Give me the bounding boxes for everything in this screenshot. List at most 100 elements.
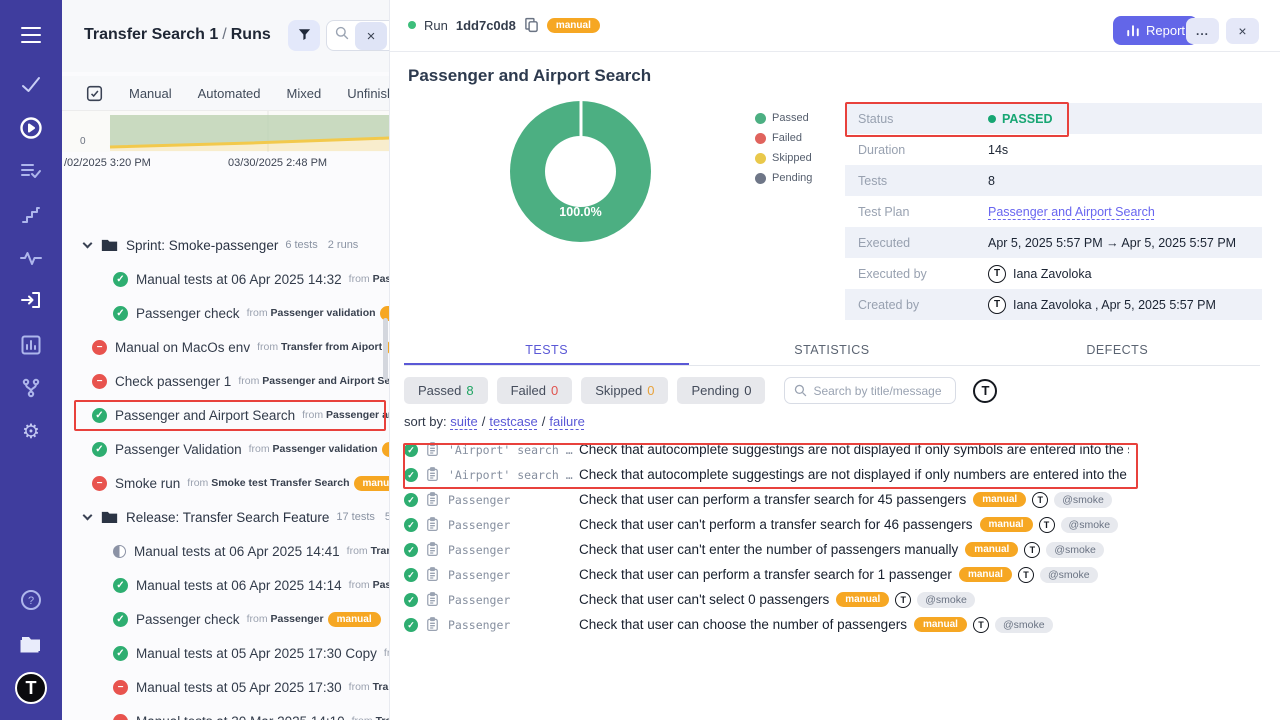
test-title: Check that user can perform a transfer s… [579, 492, 966, 507]
filter-passed-button[interactable]: Passed8 [404, 377, 488, 404]
legend-item-failed: Failed [755, 132, 812, 144]
tab-automated[interactable]: Automated [198, 86, 261, 101]
assignee-avatar: T [1018, 567, 1034, 583]
tree-run[interactable]: − Check passenger 1 from Passenger and A… [62, 364, 390, 398]
run-id: 1dd7c0d8 [456, 18, 516, 33]
tree-folder-release[interactable]: Release: Transfer Search Feature 17 test… [62, 500, 390, 534]
test-row[interactable]: ✓ 'Airport' search … Check that autocomp… [404, 437, 1274, 462]
test-title: Check that user can't select 0 passenger… [579, 592, 829, 607]
filter-skipped-button[interactable]: Skipped0 [581, 377, 668, 404]
smoke-tag[interactable]: @smoke [1061, 517, 1119, 533]
sort-controls: sort by: suite/testcase/failure [404, 414, 585, 429]
passed-status-icon: ✓ [113, 306, 128, 321]
tree-run-selected[interactable]: ✓ Passenger and Airport Search from Pass… [62, 398, 390, 432]
tab-manual[interactable]: Manual [129, 86, 172, 101]
x-axis-label-1: /02/2025 3:20 PM [64, 157, 151, 169]
tree-run[interactable]: − Manual tests at 30 Mar 2025 14:10 from… [62, 704, 390, 720]
tab-defects[interactable]: DEFECTS [975, 338, 1260, 365]
select-all-checkbox-icon[interactable] [86, 85, 103, 102]
smoke-tag[interactable]: @smoke [995, 617, 1053, 633]
info-row-tests: Tests 8 [845, 165, 1262, 196]
filter-button[interactable] [288, 20, 320, 51]
suite-name: Passenger [448, 493, 579, 507]
more-options-button[interactable]: ... [1186, 18, 1219, 44]
smoke-tag[interactable]: @smoke [1046, 542, 1104, 558]
tree-folder-sprint[interactable]: Sprint: Smoke-passenger 6 tests 2 runs [62, 228, 390, 262]
help-icon[interactable]: ? [0, 583, 62, 617]
copy-icon[interactable] [524, 17, 539, 33]
scrollbar-thumb[interactable] [383, 318, 388, 380]
test-row[interactable]: ✓ Passenger Check that user can choose t… [404, 612, 1274, 637]
smoke-tag[interactable]: @smoke [1040, 567, 1098, 583]
info-row-executed: Executed Apr 5, 2025 5:57 PM → Apr 5, 20… [845, 227, 1262, 258]
search-icon [335, 26, 349, 45]
tree-run[interactable]: Manual tests at 06 Apr 2025 14:41 from T… [62, 534, 390, 568]
tree-run[interactable]: − Smoke run from Smoke test Transfer Sea… [62, 466, 390, 500]
app-logo[interactable]: T [15, 672, 47, 704]
test-row[interactable]: ✓ Passenger Check that user can perform … [404, 562, 1274, 587]
chevron-down-icon[interactable] [83, 239, 93, 249]
docs-folder-icon[interactable] [0, 626, 62, 660]
sort-by-failure-link[interactable]: failure [549, 414, 584, 429]
tab-tests[interactable]: TESTS [404, 338, 689, 365]
branch-icon[interactable] [0, 371, 62, 405]
tree-run[interactable]: ✓ Manual tests at 05 Apr 2025 17:30 Copy… [62, 636, 390, 670]
assignee-avatar: T [1024, 542, 1040, 558]
test-row[interactable]: ✓ 'Airport' search … Check that autocomp… [404, 462, 1274, 487]
bar-chart-icon[interactable] [0, 328, 62, 362]
sign-in-icon[interactable] [0, 283, 62, 317]
check-icon[interactable] [0, 68, 62, 102]
smoke-tag[interactable]: @smoke [1054, 492, 1112, 508]
passed-status-icon: ✓ [404, 518, 418, 532]
test-row[interactable]: ✓ Passenger Check that user can't perfor… [404, 512, 1274, 537]
list-check-icon[interactable] [0, 154, 62, 188]
filter-failed-button[interactable]: Failed0 [497, 377, 573, 404]
gear-icon[interactable]: ⚙ [0, 415, 62, 449]
close-run-button[interactable]: × [1226, 18, 1259, 44]
chevron-down-icon[interactable] [83, 511, 93, 521]
test-row[interactable]: ✓ Passenger Check that user can't enter … [404, 537, 1274, 562]
breadcrumb-project[interactable]: Transfer Search 1 [84, 26, 218, 43]
test-plan-link[interactable]: Passenger and Airport Search [988, 205, 1155, 219]
tab-statistics[interactable]: STATISTICS [689, 338, 974, 365]
sort-by-testcase-link[interactable]: testcase [489, 414, 537, 429]
folder-label: Sprint: Smoke-passenger [126, 238, 278, 253]
run-source: from Passenger validation [249, 443, 378, 455]
play-run-icon[interactable] [0, 111, 62, 145]
manual-badge: manual [914, 617, 967, 632]
tree-run[interactable]: ✓ Passenger check from Passenger manual … [62, 602, 390, 636]
tree-run[interactable]: ✓ Manual tests at 06 Apr 2025 14:14 from… [62, 568, 390, 602]
hamburger-menu-icon[interactable] [0, 18, 62, 52]
sort-label: sort by: [404, 414, 447, 429]
failed-status-icon: − [113, 714, 128, 720]
suite-name: Passenger [448, 543, 579, 557]
run-label: Manual on MacOs env [115, 340, 250, 355]
tree-run[interactable]: ✓ Manual tests at 06 Apr 2025 14:32 from… [62, 262, 390, 296]
user-filter-avatar[interactable]: T [973, 379, 997, 403]
tab-unfinished[interactable]: Unfinished [347, 86, 390, 101]
run-label: Manual tests at 06 Apr 2025 14:41 [134, 544, 340, 559]
tree-run[interactable]: − Manual on MacOs env from Transfer from… [62, 330, 390, 364]
runs-search-close-button[interactable]: × [355, 22, 387, 50]
filter-pending-button[interactable]: Pending0 [677, 377, 765, 404]
activity-pulse-icon[interactable] [0, 241, 62, 275]
tests-search-box[interactable] [784, 377, 956, 404]
tree-run[interactable]: ✓ Passenger Validation from Passenger va… [62, 432, 390, 466]
folder-tests-count: 6 tests [285, 239, 317, 251]
smoke-tag[interactable]: @smoke [917, 592, 975, 608]
test-row[interactable]: ✓ Passenger Check that user can't select… [404, 587, 1274, 612]
sort-by-suite-link[interactable]: suite [450, 414, 477, 429]
test-title: Check that user can't enter the number o… [579, 542, 958, 557]
tree-run[interactable]: − Manual tests at 05 Apr 2025 17:30 from… [62, 670, 390, 704]
steps-icon[interactable] [0, 198, 62, 232]
tree-run[interactable]: ✓ Passenger check from Passenger validat… [62, 296, 390, 330]
run-source: from Passenger and Airport Search [349, 579, 390, 591]
tests-search-input[interactable] [813, 384, 943, 398]
tab-mixed[interactable]: Mixed [287, 86, 322, 101]
test-row[interactable]: ✓ Passenger Check that user can perform … [404, 487, 1274, 512]
report-chart-icon [1126, 24, 1140, 37]
legend-dot [755, 173, 766, 184]
passed-status-icon: ✓ [113, 272, 128, 287]
run-source: from Transfer from Aiport [257, 341, 382, 353]
legend-dot [755, 153, 766, 164]
